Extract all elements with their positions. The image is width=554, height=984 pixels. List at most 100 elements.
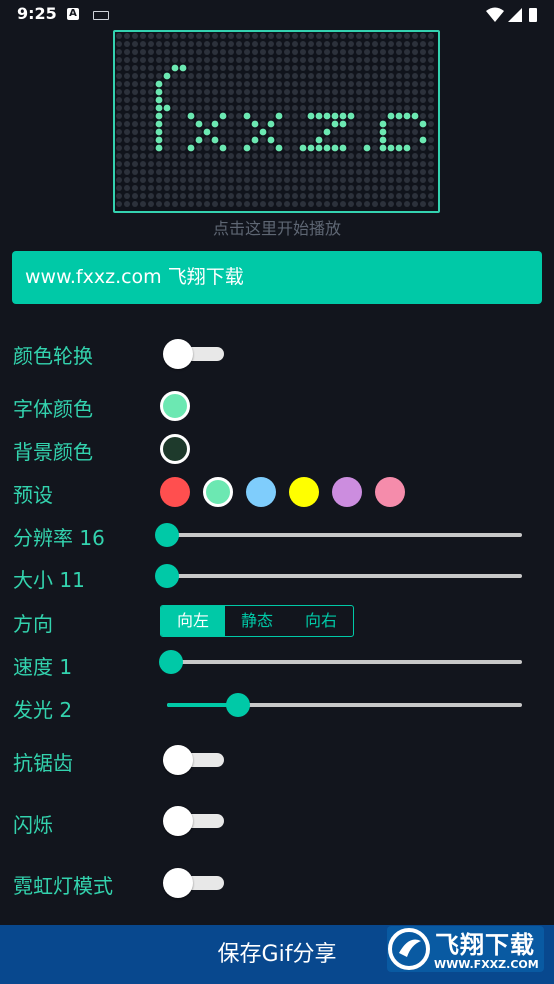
led-dot-off — [372, 153, 378, 159]
led-dot-off — [116, 57, 122, 63]
slider-thumb[interactable] — [158, 650, 183, 674]
led-dot-off — [284, 81, 290, 87]
led-dot-off — [420, 201, 426, 207]
led-dot-off — [356, 73, 362, 79]
led-dot-off — [340, 49, 346, 55]
preset-color-swatch[interactable] — [246, 477, 276, 507]
speed-slider[interactable] — [158, 648, 524, 676]
led-dot-off — [220, 33, 226, 39]
led-dot-off — [284, 89, 290, 95]
led-dot-off — [300, 169, 306, 175]
led-dot-off — [260, 33, 266, 39]
led-dot-off — [252, 161, 258, 167]
slider-thumb[interactable] — [226, 693, 250, 717]
led-dot-off — [148, 153, 154, 159]
led-dot-on — [187, 112, 195, 120]
led-dot-off — [396, 105, 402, 111]
glow-slider[interactable] — [159, 691, 524, 719]
flash-toggle[interactable] — [163, 806, 226, 836]
led-dot-off — [268, 65, 274, 71]
led-dot-on — [379, 128, 387, 136]
led-preview[interactable] — [113, 30, 440, 213]
led-text-input[interactable]: www.fxxz.com 飞翔下载 — [12, 251, 542, 304]
preset-color-swatch[interactable] — [289, 477, 319, 507]
led-dot-off — [300, 153, 306, 159]
direction-label: 方向 — [13, 612, 53, 636]
led-dot-off — [348, 33, 354, 39]
font-color-swatch[interactable] — [160, 391, 190, 421]
led-dot-off — [428, 89, 434, 95]
led-dot-off — [180, 121, 186, 127]
led-dot-off — [380, 89, 386, 95]
antialias-toggle[interactable] — [163, 745, 226, 775]
preset-color-swatch[interactable] — [160, 477, 190, 507]
led-dot-off — [276, 41, 282, 47]
led-dot-off — [372, 105, 378, 111]
led-dot-off — [140, 105, 146, 111]
play-hint[interactable]: 点击这里开始播放 — [0, 215, 554, 239]
led-dot-off — [180, 169, 186, 175]
led-dot-off — [356, 121, 362, 127]
led-dot-on — [155, 112, 163, 120]
led-dot-off — [300, 121, 306, 127]
slider-thumb[interactable] — [155, 523, 179, 547]
led-dot-off — [340, 89, 346, 95]
preset-color-swatch[interactable] — [332, 477, 362, 507]
led-dot-off — [140, 161, 146, 167]
led-dot-off — [356, 81, 362, 87]
watermark-url: WWW.FXXZ.COM — [434, 958, 539, 971]
led-dot-off — [212, 81, 218, 87]
led-dot-on — [387, 112, 395, 120]
led-dot-off — [300, 57, 306, 63]
led-dot-off — [388, 201, 394, 207]
led-dot-off — [292, 41, 298, 47]
slider-thumb[interactable] — [155, 564, 179, 588]
led-dot-on — [267, 136, 275, 144]
led-dot-off — [292, 145, 298, 151]
led-dot-off — [164, 193, 170, 199]
led-dot-off — [276, 49, 282, 55]
led-dot-off — [324, 121, 330, 127]
led-dot-off — [292, 81, 298, 87]
led-dot-off — [148, 81, 154, 87]
led-dot-off — [140, 97, 146, 103]
led-dot-off — [116, 177, 122, 183]
led-dot-off — [268, 81, 274, 87]
resolution-slider[interactable] — [155, 521, 524, 549]
preset-color-swatch[interactable] — [203, 477, 233, 507]
led-dot-off — [396, 41, 402, 47]
led-dot-off — [364, 193, 370, 199]
led-dot-off — [172, 113, 178, 119]
led-dot-off — [316, 81, 322, 87]
led-dot-off — [380, 81, 386, 87]
led-dot-off — [308, 97, 314, 103]
led-dot-off — [332, 65, 338, 71]
led-dot-off — [404, 193, 410, 199]
led-dot-off — [292, 89, 298, 95]
led-dot-off — [212, 49, 218, 55]
led-dot-off — [172, 193, 178, 199]
led-dot-on — [155, 144, 163, 152]
led-dot-on — [179, 64, 187, 72]
led-dot-off — [140, 177, 146, 183]
led-dot-off — [212, 193, 218, 199]
led-dot-off — [428, 153, 434, 159]
led-dot-off — [132, 153, 138, 159]
led-dot-off — [116, 169, 122, 175]
led-dot-off — [428, 145, 434, 151]
led-dot-off — [204, 89, 210, 95]
led-dot-off — [204, 65, 210, 71]
led-dot-off — [420, 33, 426, 39]
direction-left-option[interactable]: 向左 — [161, 606, 225, 636]
direction-static-option[interactable]: 静态 — [225, 606, 289, 636]
direction-right-option[interactable]: 向右 — [289, 606, 353, 636]
led-dot-off — [228, 145, 234, 151]
preset-color-swatch[interactable] — [375, 477, 405, 507]
neon-mode-toggle[interactable] — [163, 868, 226, 898]
led-dot-off — [236, 201, 242, 207]
led-dot-off — [284, 153, 290, 159]
size-slider[interactable] — [155, 562, 524, 590]
bg-color-swatch[interactable] — [160, 434, 190, 464]
color-cycle-toggle[interactable] — [163, 339, 226, 369]
led-dot-off — [164, 129, 170, 135]
